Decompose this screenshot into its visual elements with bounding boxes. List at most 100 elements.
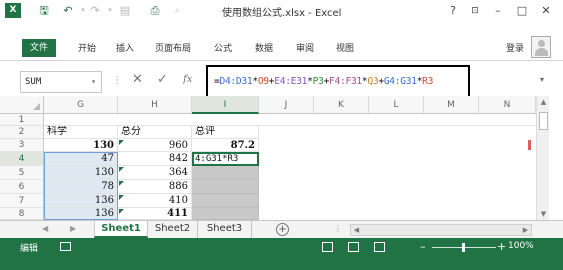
- cell-g6[interactable]: 78: [44, 180, 118, 194]
- macro-record-icon[interactable]: [60, 242, 71, 251]
- close-button[interactable]: ✕: [537, 2, 555, 20]
- tab-home[interactable]: 开始: [78, 40, 96, 58]
- tab-split-handle-icon[interactable]: ⋮: [334, 224, 342, 233]
- horizontal-scrollbar[interactable]: ◀ ▶: [350, 224, 532, 236]
- cell-i6[interactable]: [192, 180, 259, 194]
- tab-page-layout[interactable]: 页面布局: [155, 40, 191, 58]
- tab-review[interactable]: 审阅: [296, 40, 314, 58]
- row-header-7[interactable]: 7: [0, 194, 44, 208]
- row-header-3[interactable]: 3: [0, 139, 44, 152]
- cell-g4[interactable]: 47: [44, 152, 118, 166]
- scroll-down-icon[interactable]: ▼: [537, 208, 550, 220]
- row-header-2[interactable]: 2: [0, 126, 44, 139]
- cell-h7[interactable]: 410: [118, 194, 192, 208]
- cell-h4[interactable]: 842: [118, 152, 192, 166]
- next-sheet-icon[interactable]: ▶: [70, 224, 76, 233]
- page-break-view-icon[interactable]: [374, 242, 385, 252]
- formula-bar-separator-icon: ⋮: [112, 75, 122, 86]
- row-header-8[interactable]: 8: [0, 208, 44, 220]
- zoom-out-icon[interactable]: –: [420, 240, 426, 253]
- row-header-1[interactable]: 1: [0, 114, 44, 126]
- formula-token: R3: [422, 76, 434, 87]
- ribbon-display-options-icon[interactable]: ⊡: [466, 2, 484, 20]
- scroll-thumb[interactable]: [539, 112, 548, 130]
- cell-h2[interactable]: 总分: [118, 126, 192, 139]
- cell-i4-editing[interactable]: 4:G31*R3: [192, 152, 259, 166]
- column-header-n[interactable]: N: [479, 96, 536, 114]
- select-all-corner[interactable]: [0, 96, 44, 114]
- cell-h8[interactable]: 411: [118, 208, 192, 220]
- customize-qat-icon[interactable]: ⩡: [170, 3, 184, 18]
- scroll-right-icon[interactable]: ▶: [520, 224, 531, 236]
- row-header-5[interactable]: 5: [0, 166, 44, 180]
- cell-h5[interactable]: 364: [118, 166, 192, 180]
- zoom-level[interactable]: 100%: [508, 241, 534, 251]
- save-icon[interactable]: 🖫: [37, 3, 51, 18]
- redo-dropdown-icon[interactable]: ▾: [103, 3, 117, 18]
- cell-g5[interactable]: 130: [44, 166, 118, 180]
- page-layout-view-icon[interactable]: [348, 242, 359, 252]
- row-header-4[interactable]: 4: [0, 152, 44, 166]
- tab-sheet2[interactable]: Sheet2: [148, 221, 198, 238]
- formula-token: E4:E31: [274, 76, 308, 87]
- cell-g8[interactable]: 136: [44, 208, 118, 220]
- tab-insert[interactable]: 插入: [116, 40, 134, 58]
- sheet-tab-bar: ◀ ▶ Sheet1 Sheet2 Sheet3 + ⋮ ◀ ▶: [0, 220, 563, 238]
- column-header-j[interactable]: J: [259, 96, 314, 114]
- name-box[interactable]: SUM ▾: [20, 71, 102, 93]
- cell-h3[interactable]: 960: [118, 139, 192, 152]
- formula-input[interactable]: =D4:D31*O9+E4:E31*P3+F4:F31*Q3+G4:G31*R3: [206, 65, 470, 99]
- formula-token: Q3: [367, 76, 379, 87]
- zoom-in-icon[interactable]: +: [497, 240, 506, 253]
- cell-g3[interactable]: 130: [44, 139, 118, 152]
- sign-in-link[interactable]: 登录: [506, 41, 524, 54]
- tab-sheet3[interactable]: Sheet3: [198, 221, 252, 238]
- tab-view[interactable]: 视图: [336, 40, 354, 58]
- maximize-button[interactable]: □: [513, 2, 531, 20]
- column-header-m[interactable]: M: [424, 96, 479, 114]
- insert-function-icon[interactable]: fx: [183, 74, 192, 85]
- row-header-6[interactable]: 6: [0, 180, 44, 194]
- column-header-h[interactable]: H: [118, 96, 192, 114]
- cell-h6[interactable]: 886: [118, 180, 192, 194]
- error-indicator-icon: [119, 195, 124, 200]
- cancel-icon[interactable]: ✕: [132, 72, 143, 87]
- cell-i5[interactable]: [192, 166, 259, 180]
- tab-data[interactable]: 数据: [255, 40, 273, 58]
- formula-token: F4:F31: [329, 76, 362, 87]
- undo-icon[interactable]: ↶: [61, 3, 75, 18]
- tab-file[interactable]: 文件: [22, 39, 56, 57]
- column-header-k[interactable]: K: [314, 96, 369, 114]
- cell-i3[interactable]: 87.2: [192, 139, 259, 152]
- enter-check-icon[interactable]: ✓: [157, 72, 168, 87]
- normal-view-icon[interactable]: [322, 242, 333, 252]
- scroll-left-icon[interactable]: ◀: [351, 224, 362, 236]
- redo-icon[interactable]: ↷: [88, 3, 102, 18]
- avatar-icon[interactable]: [531, 36, 551, 58]
- formula-token: G4:G31: [383, 76, 417, 87]
- scroll-up-icon[interactable]: ▲: [537, 96, 550, 108]
- status-bar: 编辑 – + 100%: [0, 238, 563, 270]
- minimize-button[interactable]: –: [489, 2, 507, 20]
- expand-formula-bar-icon[interactable]: ▾: [540, 75, 544, 84]
- vertical-scrollbar[interactable]: ▲ ▼: [536, 96, 549, 220]
- add-sheet-button[interactable]: +: [276, 223, 289, 236]
- tab-sheet1[interactable]: Sheet1: [94, 221, 148, 238]
- cell-i2[interactable]: 总评: [192, 126, 259, 139]
- cell-g7[interactable]: 136: [44, 194, 118, 208]
- column-header-i[interactable]: I: [192, 96, 259, 114]
- cell-i8[interactable]: [192, 208, 259, 220]
- print-preview-icon[interactable]: ⎙: [148, 3, 162, 18]
- form-icon[interactable]: ▤: [118, 3, 132, 18]
- column-header-l[interactable]: L: [369, 96, 424, 114]
- cell-i7[interactable]: [192, 194, 259, 208]
- prev-sheet-icon[interactable]: ◀: [42, 224, 48, 233]
- cell-g2[interactable]: 科学: [44, 126, 118, 139]
- zoom-slider-knob[interactable]: [462, 243, 465, 252]
- worksheet-grid[interactable]: G H I J K L M N 1 2 3 4 5 6 7 8 科学 总分 总评…: [0, 96, 563, 220]
- chevron-down-icon[interactable]: ▾: [91, 72, 96, 92]
- column-header-g[interactable]: G: [44, 96, 118, 114]
- tab-formulas[interactable]: 公式: [214, 40, 232, 58]
- help-button[interactable]: ?: [444, 2, 462, 20]
- row-1-empty[interactable]: [44, 114, 536, 126]
